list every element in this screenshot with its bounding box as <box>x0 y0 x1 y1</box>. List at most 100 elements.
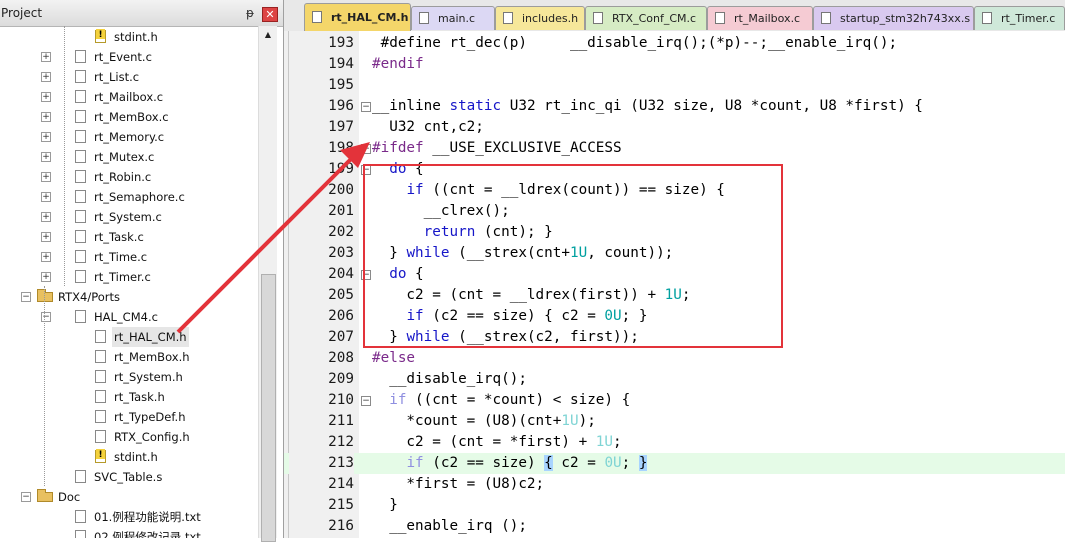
code-token: #ifdef <box>372 140 424 156</box>
tree-item-label: rt_Semaphore.c <box>94 190 185 204</box>
file-icon <box>75 510 86 523</box>
code-line[interactable]: 211 *count = (U8)(cnt+1U); <box>284 411 1065 432</box>
tree-item[interactable]: rt_System.h <box>0 367 258 387</box>
collapse-icon[interactable]: − <box>21 492 31 502</box>
tree-item-label: stdint.h <box>114 30 158 44</box>
collapse-icon[interactable]: − <box>41 312 51 322</box>
collapse-icon[interactable]: − <box>21 292 31 302</box>
tree-item[interactable]: + rt_System.c <box>0 207 258 227</box>
code-line[interactable]: 194 #endif <box>284 54 1065 75</box>
line-number: 195 <box>289 75 354 96</box>
line-number: 215 <box>289 495 354 516</box>
code-token: ; <box>613 434 622 450</box>
tree-item[interactable]: − HAL_CM4.c <box>0 307 258 327</box>
tree-item[interactable]: RTX_Config.h <box>0 427 258 447</box>
tree-item[interactable]: + rt_Time.c <box>0 247 258 267</box>
file-icon <box>75 190 86 203</box>
tree-item[interactable]: stdint.h <box>0 447 258 467</box>
tab-startup-stm32h743xx-s[interactable]: startup_stm32h743xx.s <box>813 6 974 30</box>
code-text: __disable_irq(); <box>372 369 527 390</box>
code-line[interactable]: 209 __disable_irq(); <box>284 369 1065 390</box>
tree-item[interactable]: + rt_Task.c <box>0 227 258 247</box>
fold-toggle-icon[interactable]: − <box>361 396 371 406</box>
code-line[interactable]: 193 #define rt_dec(p) __disable_irq();(*… <box>284 33 1065 54</box>
tree-item-label: rt_Task.c <box>94 230 144 244</box>
expand-icon[interactable]: + <box>41 172 51 182</box>
code-line[interactable]: 215 } <box>284 495 1065 516</box>
tab-rt-mailbox-c[interactable]: rt_Mailbox.c <box>707 6 813 30</box>
tree-item[interactable]: rt_TypeDef.h <box>0 407 258 427</box>
tree-item[interactable]: rt_HAL_CM.h <box>0 327 258 347</box>
expand-icon[interactable]: + <box>41 152 51 162</box>
expand-icon[interactable]: + <box>41 272 51 282</box>
tree-item[interactable]: + rt_Timer.c <box>0 267 258 287</box>
tree-item[interactable]: + rt_List.c <box>0 67 258 87</box>
tree-scrollbar[interactable]: ▲ <box>258 26 277 542</box>
code-line[interactable]: 210− if ((cnt = *count) < size) { <box>284 390 1065 411</box>
tab-main-c[interactable]: main.c <box>411 6 495 30</box>
tree-item[interactable]: − Doc <box>0 487 258 507</box>
tree-item-label: rt_Task.h <box>114 390 165 404</box>
expand-icon[interactable]: + <box>41 132 51 142</box>
tree-item[interactable]: + rt_MemBox.c <box>0 107 258 127</box>
file-icon <box>715 12 725 24</box>
scroll-thumb[interactable] <box>261 274 276 542</box>
tree-item[interactable]: + rt_Mutex.c <box>0 147 258 167</box>
expand-icon[interactable]: + <box>41 92 51 102</box>
code-line[interactable]: 216 __enable_irq (); <box>284 516 1065 537</box>
tree-item-label: rt_List.c <box>94 70 140 84</box>
tree-item-label: HAL_CM4.c <box>94 310 158 324</box>
tree-item[interactable]: rt_MemBox.h <box>0 347 258 367</box>
close-icon[interactable]: ✕ <box>262 7 278 22</box>
expand-icon[interactable]: + <box>41 72 51 82</box>
tree-item[interactable]: + rt_Robin.c <box>0 167 258 187</box>
line-number: 197 <box>289 117 354 138</box>
line-number: 208 <box>289 348 354 369</box>
tree-item[interactable]: − RTX4/Ports <box>0 287 258 307</box>
code-line[interactable]: 195 <box>284 75 1065 96</box>
expand-icon[interactable]: + <box>41 192 51 202</box>
tree-item[interactable]: + rt_Semaphore.c <box>0 187 258 207</box>
code-line[interactable]: 208 #else <box>284 348 1065 369</box>
tree-item[interactable]: stdint.h <box>0 27 258 47</box>
expand-icon[interactable]: + <box>41 252 51 262</box>
tree-item[interactable]: + rt_Event.c <box>0 47 258 67</box>
tree-item[interactable]: SVC_Table.s <box>0 467 258 487</box>
pin-icon[interactable]: ᵽ <box>246 6 254 20</box>
tab-rt-hal-cm-h[interactable]: rt_HAL_CM.h <box>304 3 411 31</box>
tree-guide-line <box>64 26 65 286</box>
expand-icon[interactable]: + <box>41 232 51 242</box>
code-token: 1U <box>561 413 579 429</box>
file-icon <box>75 530 86 538</box>
line-number: 203 <box>289 243 354 264</box>
code-text: *first = (U8)c2; <box>372 474 544 495</box>
code-line[interactable]: 213 if (c2 == size) { c2 = 0U; } <box>284 453 1065 474</box>
tree-item[interactable]: 02.例程修改记录.txt <box>0 527 258 538</box>
tree-item[interactable]: 01.例程功能说明.txt <box>0 507 258 527</box>
tree-item-label: rt_Event.c <box>94 50 152 64</box>
code-line[interactable]: 212 c2 = (cnt = *first) + 1U; <box>284 432 1065 453</box>
expand-icon[interactable]: + <box>41 112 51 122</box>
fold-toggle-icon[interactable]: − <box>361 102 371 112</box>
expand-icon[interactable]: + <box>41 52 51 62</box>
tree-item[interactable]: rt_Task.h <box>0 387 258 407</box>
line-number: 193 <box>289 33 354 54</box>
scroll-up-arrow-icon[interactable]: ▲ <box>261 28 275 42</box>
code-line[interactable]: 214 *first = (U8)c2; <box>284 474 1065 495</box>
line-number: 205 <box>289 285 354 306</box>
file-icon <box>75 50 86 63</box>
fold-toggle-icon[interactable]: − <box>361 144 371 154</box>
code-line[interactable]: 196− __inline static U32 rt_inc_qi (U32 s… <box>284 96 1065 117</box>
expand-icon[interactable]: + <box>41 212 51 222</box>
line-number: 199 <box>289 159 354 180</box>
tab-rt-timer-c[interactable]: rt_Timer.c <box>974 6 1065 30</box>
code-line[interactable]: 198− #ifdef __USE_EXCLUSIVE_ACCESS <box>284 138 1065 159</box>
tab-rtx-conf-cm-c[interactable]: RTX_Conf_CM.c <box>585 6 707 30</box>
code-line[interactable]: 197 U32 cnt,c2; <box>284 117 1065 138</box>
code-token: (c2 == size) <box>423 455 545 471</box>
tree-item[interactable]: + rt_Mailbox.c <box>0 87 258 107</box>
code-token: ; <box>621 455 639 471</box>
tree-item[interactable]: + rt_Memory.c <box>0 127 258 147</box>
tab-includes-h[interactable]: includes.h <box>495 6 585 30</box>
